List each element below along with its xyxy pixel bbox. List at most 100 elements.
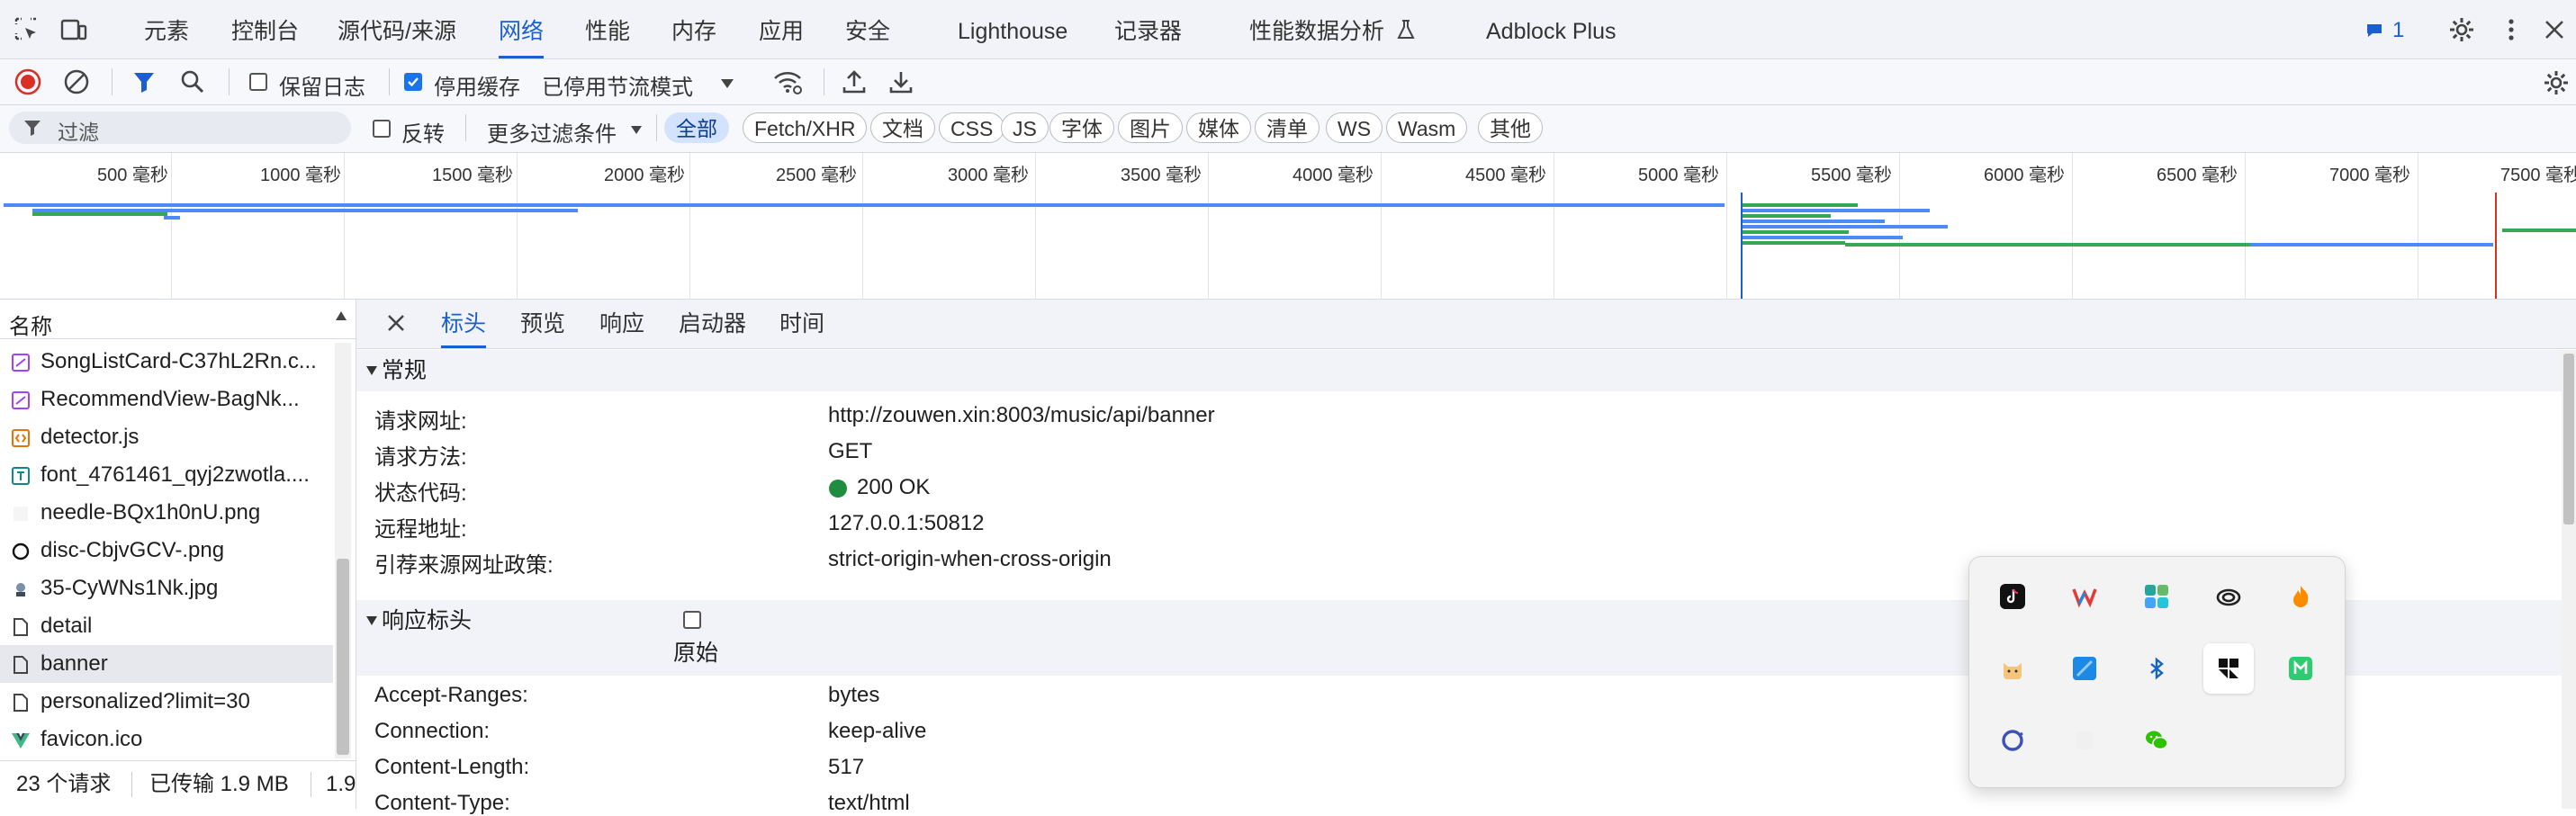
- device-toolbar-icon[interactable]: [59, 15, 88, 44]
- cat-icon[interactable]: [1987, 643, 2038, 694]
- import-har-upload-icon[interactable]: [841, 68, 868, 95]
- raw-checkbox[interactable]: [683, 611, 701, 629]
- css-file-icon: [11, 353, 31, 372]
- tab-response[interactable]: 响应: [599, 300, 644, 348]
- tab-memory[interactable]: 内存: [671, 0, 716, 58]
- type-filter-other[interactable]: 其他: [1478, 112, 1543, 143]
- tab-headers[interactable]: 标头: [441, 300, 487, 348]
- request-name: font_4761461_qyj2zwotla....: [41, 462, 310, 487]
- filter-input[interactable]: 过滤: [9, 112, 351, 144]
- type-filter-manifest[interactable]: 清单: [1255, 112, 1320, 143]
- detail-scrollbar-thumb[interactable]: [2563, 354, 2574, 525]
- timeline-bar: [1741, 230, 1849, 234]
- fire-shield-icon[interactable]: [2275, 571, 2326, 622]
- sort-arrow-up-icon[interactable]: [335, 310, 347, 321]
- more-filters-arrow-icon[interactable]: [630, 125, 643, 135]
- network-settings-gear-icon[interactable]: [2542, 68, 2571, 97]
- header-name: 引荐来源网址政策:: [374, 553, 554, 578]
- request-name: detail: [41, 614, 93, 638]
- disable-cache-checkbox[interactable]: [404, 73, 422, 91]
- network-status-bar: 23 个请求 已传输 1.9 MB 1.9: [0, 760, 356, 810]
- network-conditions-wifi-icon[interactable]: [772, 68, 803, 95]
- dom-content-loaded-marker: [1741, 193, 1743, 299]
- preserve-log-checkbox[interactable]: [249, 73, 267, 91]
- request-row[interactable]: personalized?limit=30: [0, 683, 333, 721]
- request-name: personalized?limit=30: [41, 689, 250, 713]
- inspect-element-icon[interactable]: [13, 15, 41, 44]
- request-row[interactable]: detail: [0, 607, 333, 645]
- tab-preview[interactable]: 预览: [520, 300, 565, 348]
- type-filter-fetch-xhr[interactable]: Fetch/XHR: [743, 112, 868, 143]
- request-row-selected[interactable]: banner: [0, 645, 333, 683]
- tick-label: 2000 毫秒: [604, 166, 686, 185]
- type-filter-wasm[interactable]: Wasm: [1386, 112, 1468, 143]
- pinned-app-icon[interactable]: [2203, 643, 2254, 694]
- close-devtools-icon[interactable]: [2540, 15, 2569, 44]
- throttle-dropdown-arrow-icon[interactable]: [720, 78, 734, 89]
- bluetooth-icon[interactable]: [2131, 643, 2182, 694]
- network-overview-timeline[interactable]: 500 毫秒 1000 毫秒 1500 毫秒 2000 毫秒 2500 毫秒 3…: [0, 153, 2576, 300]
- stop-recording-icon[interactable]: [14, 68, 41, 95]
- creative-cloud-icon[interactable]: [2203, 571, 2254, 622]
- wps-icon[interactable]: [2059, 571, 2110, 622]
- tab-console[interactable]: 控制台: [231, 0, 299, 58]
- filter-funnel-icon[interactable]: [131, 69, 157, 94]
- type-filter-css[interactable]: CSS: [939, 112, 1005, 143]
- sync-ring-icon[interactable]: [1987, 715, 2038, 766]
- type-filter-all[interactable]: 全部: [664, 112, 729, 143]
- tab-performance[interactable]: 性能: [585, 0, 630, 58]
- blank-icon[interactable]: [2059, 715, 2110, 766]
- type-filter-font[interactable]: 字体: [1049, 112, 1114, 143]
- tiktok-icon[interactable]: [1987, 571, 2038, 622]
- tab-timing[interactable]: 时间: [779, 300, 824, 348]
- close-detail-icon[interactable]: [383, 310, 409, 336]
- type-filter-js[interactable]: JS: [1001, 112, 1049, 143]
- tab-application[interactable]: 应用: [759, 0, 804, 58]
- tab-security[interactable]: 安全: [845, 0, 890, 58]
- document-icon: [11, 693, 31, 713]
- tab-recorder[interactable]: 记录器: [1114, 0, 1182, 58]
- tick-label: 7000 毫秒: [2329, 166, 2411, 185]
- tab-initiator[interactable]: 启动器: [679, 300, 746, 348]
- request-row[interactable]: detector.js: [0, 418, 333, 456]
- tab-network[interactable]: 网络: [499, 0, 545, 58]
- request-row[interactable]: SongListCard-C37hL2Rn.c...: [0, 343, 333, 381]
- type-filter-doc[interactable]: 文档: [870, 112, 935, 143]
- type-filter-ws[interactable]: WS: [1326, 112, 1383, 143]
- detail-scrollbar[interactable]: [2562, 350, 2576, 809]
- list-scrollbar[interactable]: [335, 343, 351, 758]
- request-row[interactable]: font_4761461_qyj2zwotla....: [0, 456, 333, 494]
- name-column-header[interactable]: 名称: [9, 309, 52, 340]
- image-file-icon: [11, 504, 31, 524]
- settings-gear-icon[interactable]: [2447, 15, 2476, 44]
- more-filters-dropdown[interactable]: 更多过滤条件: [487, 116, 617, 148]
- request-row[interactable]: favicon.ico: [0, 721, 333, 758]
- tab-lighthouse[interactable]: Lighthouse: [958, 0, 1067, 58]
- tick-label: 500 毫秒: [97, 166, 168, 185]
- type-filter-img[interactable]: 图片: [1118, 112, 1183, 143]
- image-file-icon: [11, 579, 31, 599]
- throttling-select[interactable]: 已停用节流模式: [542, 69, 693, 101]
- general-section-header[interactable]: 常规: [356, 350, 2562, 391]
- tab-performance-insights[interactable]: 性能数据分析: [1249, 0, 1416, 58]
- clear-icon[interactable]: [63, 68, 90, 95]
- more-options-icon[interactable]: [2497, 15, 2526, 44]
- type-filter-media[interactable]: 媒体: [1186, 112, 1251, 143]
- request-row[interactable]: needle-BQx1h0nU.png: [0, 494, 333, 532]
- invert-checkbox[interactable]: [373, 120, 391, 138]
- export-har-download-icon[interactable]: [887, 68, 914, 95]
- app-grid-icon[interactable]: [2131, 571, 2182, 622]
- request-row[interactable]: disc-CbjvGCV-.png: [0, 532, 333, 569]
- tab-adblock-plus[interactable]: Adblock Plus: [1486, 0, 1617, 58]
- tab-elements[interactable]: 元素: [144, 0, 189, 58]
- wechat-icon[interactable]: [2131, 715, 2182, 766]
- request-row[interactable]: RecommendView-BagNk...: [0, 381, 333, 418]
- blue-app-icon[interactable]: [2059, 643, 2110, 694]
- green-app-icon[interactable]: [2275, 643, 2326, 694]
- tab-sources[interactable]: 源代码/来源: [338, 0, 456, 58]
- request-row[interactable]: 35-CyWNs1Nk.jpg: [0, 569, 333, 607]
- timeline-bar: [1741, 241, 1845, 245]
- header-value: keep-alive: [828, 719, 927, 743]
- search-icon[interactable]: [180, 69, 205, 94]
- list-scrollbar-thumb[interactable]: [337, 559, 349, 755]
